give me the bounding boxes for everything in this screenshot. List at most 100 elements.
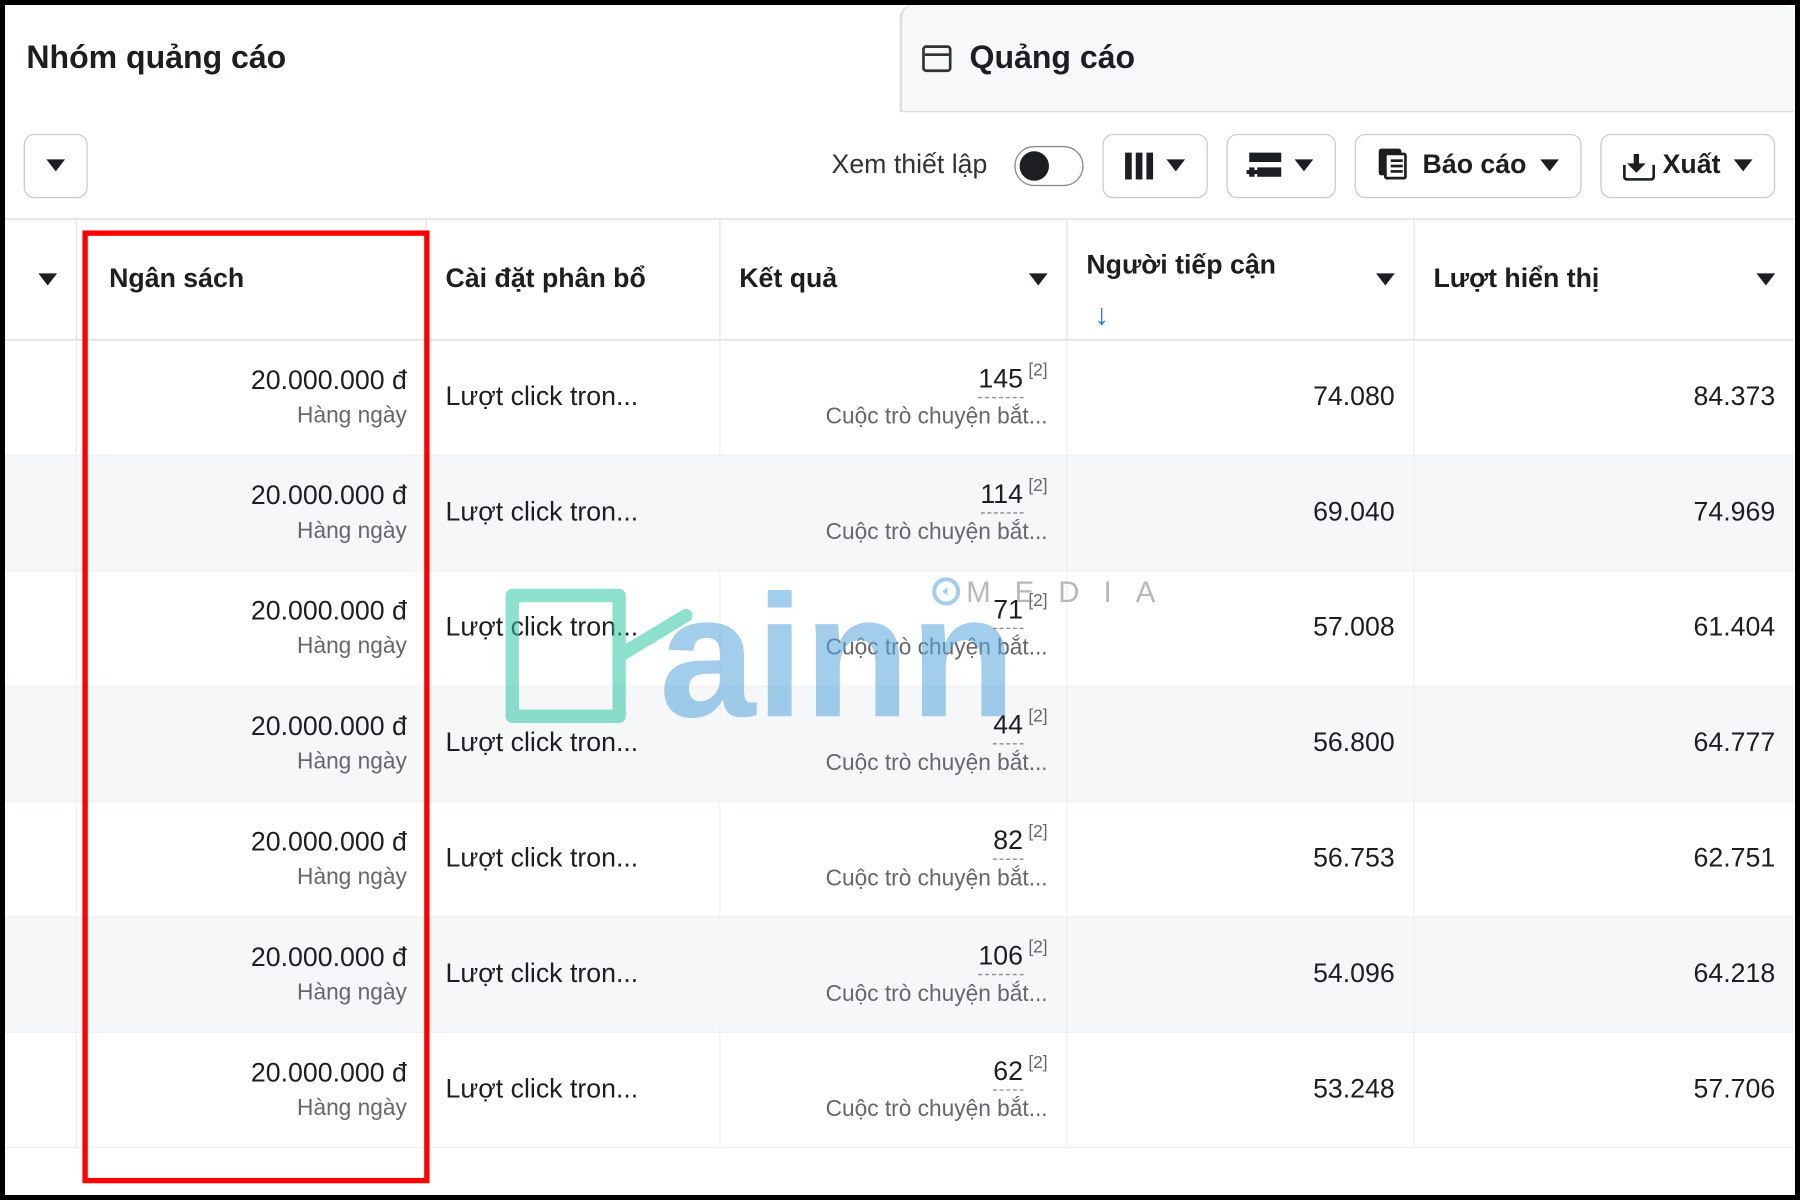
impressions-value: 57.706 bbox=[1694, 1075, 1776, 1106]
row-spacer bbox=[5, 571, 77, 685]
cell-impressions: 74.969 bbox=[1415, 456, 1794, 570]
header-attribution[interactable]: Cài đặt phân bổ bbox=[427, 220, 721, 339]
row-spacer bbox=[5, 687, 77, 801]
chevron-down-icon bbox=[1734, 159, 1753, 171]
result-sublabel: Cuộc trò chuyện bắt... bbox=[826, 981, 1048, 1008]
cell-attribution: Lượt click tron... bbox=[427, 1033, 721, 1147]
cell-reach: 57.008 bbox=[1068, 571, 1415, 685]
result-footnote: [2] bbox=[1028, 1052, 1047, 1072]
header-reach[interactable]: Người tiếp cận ↓ bbox=[1068, 220, 1415, 339]
cell-budget: 20.000.000 đHàng ngày bbox=[77, 918, 427, 1032]
cell-reach: 74.080 bbox=[1068, 341, 1415, 455]
result-sublabel: Cuộc trò chuyện bắt... bbox=[826, 750, 1048, 777]
table-row[interactable]: 20.000.000 đHàng ngày Lượt click tron... 7… bbox=[5, 571, 1794, 686]
budget-period: Hàng ngày bbox=[297, 979, 407, 1006]
impressions-value: 62.751 bbox=[1694, 844, 1776, 875]
impressions-value: 84.373 bbox=[1694, 382, 1776, 413]
chevron-down-icon bbox=[1376, 273, 1395, 285]
dropdown-button[interactable] bbox=[24, 133, 88, 197]
tab-ad[interactable]: Quảng cáo bbox=[899, 5, 1794, 112]
result-footnote: [2] bbox=[1028, 359, 1047, 379]
cell-reach: 54.096 bbox=[1068, 918, 1415, 1032]
breakdown-button[interactable] bbox=[1226, 133, 1335, 197]
budget-period: Hàng ngày bbox=[297, 518, 407, 545]
columns-icon bbox=[1125, 152, 1153, 179]
impressions-value: 64.777 bbox=[1694, 728, 1776, 759]
tab-adset[interactable]: Nhóm quảng cáo bbox=[5, 5, 899, 112]
chevron-down-icon bbox=[46, 159, 65, 171]
chevron-down-icon bbox=[1166, 159, 1185, 171]
export-button[interactable]: Xuất bbox=[1600, 133, 1775, 197]
cell-impressions: 57.706 bbox=[1415, 1033, 1794, 1147]
result-footnote: [2] bbox=[1028, 821, 1047, 841]
header-dropdown[interactable] bbox=[5, 220, 77, 339]
attribution-value: Lượt click tron... bbox=[446, 1075, 701, 1106]
budget-value: 20.000.000 đ bbox=[251, 712, 407, 743]
budget-value: 20.000.000 đ bbox=[251, 597, 407, 628]
view-setup-label: Xem thiết lập bbox=[832, 150, 988, 181]
tab-ad-label: Quảng cáo bbox=[970, 39, 1136, 77]
result-sublabel: Cuộc trò chuyện bắt... bbox=[826, 1096, 1048, 1123]
attribution-value: Lượt click tron... bbox=[446, 382, 701, 413]
result-value: 145 bbox=[978, 365, 1023, 399]
impressions-value: 61.404 bbox=[1694, 613, 1776, 644]
budget-value: 20.000.000 đ bbox=[251, 481, 407, 512]
tab-adset-label: Nhóm quảng cáo bbox=[26, 39, 286, 77]
attribution-value: Lượt click tron... bbox=[446, 844, 701, 875]
chevron-down-icon bbox=[1757, 273, 1776, 285]
attribution-value: Lượt click tron... bbox=[446, 613, 701, 644]
table-row[interactable]: 20.000.000 đHàng ngàyLượt click tron...6… bbox=[5, 1033, 1794, 1148]
cell-attribution: Lượt click tron... bbox=[427, 687, 721, 801]
attribution-value: Lượt click tron... bbox=[446, 959, 701, 990]
table-row[interactable]: 20.000.000 đHàng ngàyLượt click tron...4… bbox=[5, 687, 1794, 802]
tabs-row: Nhóm quảng cáo Quảng cáo bbox=[5, 5, 1794, 112]
table-body: 20.000.000 đ Hàng ngày Lượt click tron... 1… bbox=[5, 341, 1794, 1149]
row-spacer bbox=[5, 341, 77, 455]
chevron-down-icon bbox=[38, 273, 57, 285]
table-row[interactable]: 20.000.000 đHàng ngày Lượt click tron... 8… bbox=[5, 802, 1794, 917]
header-budget[interactable]: Ngân sách bbox=[77, 220, 427, 339]
cell-reach: 56.753 bbox=[1068, 802, 1415, 916]
reports-label: Báo cáo bbox=[1423, 150, 1527, 181]
budget-value: 20.000.000 đ bbox=[251, 366, 407, 397]
cell-budget: 20.000.000 đHàng ngày bbox=[77, 571, 427, 685]
view-setup-toggle[interactable] bbox=[1014, 145, 1083, 185]
cell-attribution: Lượt click tron... bbox=[427, 918, 721, 1032]
result-sublabel: Cuộc trò chuyện bắt... bbox=[826, 404, 1048, 431]
row-spacer bbox=[5, 1033, 77, 1147]
result-value: 44 bbox=[993, 711, 1023, 745]
header-impressions[interactable]: Lượt hiển thị bbox=[1415, 220, 1794, 339]
download-icon bbox=[1623, 151, 1650, 181]
result-footnote: [2] bbox=[1028, 936, 1047, 956]
cell-impressions: 64.777 bbox=[1415, 687, 1794, 801]
cell-reach: 69.040 bbox=[1068, 456, 1415, 570]
cell-budget: 20.000.000 đHàng ngày bbox=[77, 802, 427, 916]
attribution-value: Lượt click tron... bbox=[446, 728, 701, 759]
budget-period: Hàng ngày bbox=[297, 864, 407, 891]
table-row[interactable]: 20.000.000 đHàng ngày Lượt click tron... 1… bbox=[5, 918, 1794, 1033]
table-row[interactable]: 20.000.000 đHàng ngày Lượt click tron... 1… bbox=[5, 341, 1794, 456]
cell-budget: 20.000.000 đHàng ngày bbox=[77, 341, 427, 455]
result-sublabel: Cuộc trò chuyện bắt... bbox=[826, 519, 1048, 546]
result-footnote: [2] bbox=[1028, 590, 1047, 610]
result-sublabel: Cuộc trò chuyện bắt... bbox=[826, 865, 1048, 892]
result-value: 106 bbox=[978, 942, 1023, 976]
reports-button[interactable]: Báo cáo bbox=[1354, 133, 1581, 197]
cell-budget: 20.000.000 đ Hàng ngày bbox=[77, 456, 427, 570]
cell-results: 145 [2] Cuộc trò chuyện bắt... bbox=[721, 341, 1068, 455]
cell-attribution: Lượt click tron... bbox=[427, 802, 721, 916]
impressions-value: 74.969 bbox=[1694, 498, 1776, 529]
columns-button[interactable] bbox=[1102, 133, 1207, 197]
result-value: 62 bbox=[993, 1057, 1023, 1091]
budget-value: 20.000.000 đ bbox=[251, 1058, 407, 1089]
result-sublabel: Cuộc trò chuyện bắt... bbox=[826, 634, 1048, 661]
header-results[interactable]: Kết quả bbox=[721, 220, 1068, 339]
reach-value: 74.080 bbox=[1313, 382, 1395, 413]
result-footnote: [2] bbox=[1028, 706, 1047, 726]
result-value: 71 bbox=[993, 595, 1023, 629]
result-value: 82 bbox=[993, 826, 1023, 860]
cell-results: 62 [2] Cuộc trò chuyện bắt... bbox=[721, 1033, 1068, 1147]
table-row[interactable]: 20.000.000 đHàng ngàyLượt click tron...1… bbox=[5, 456, 1794, 571]
cell-results: 44 [2] Cuộc trò chuyện bắt... bbox=[721, 687, 1068, 801]
cell-attribution: Lượt click tron... bbox=[427, 341, 721, 455]
